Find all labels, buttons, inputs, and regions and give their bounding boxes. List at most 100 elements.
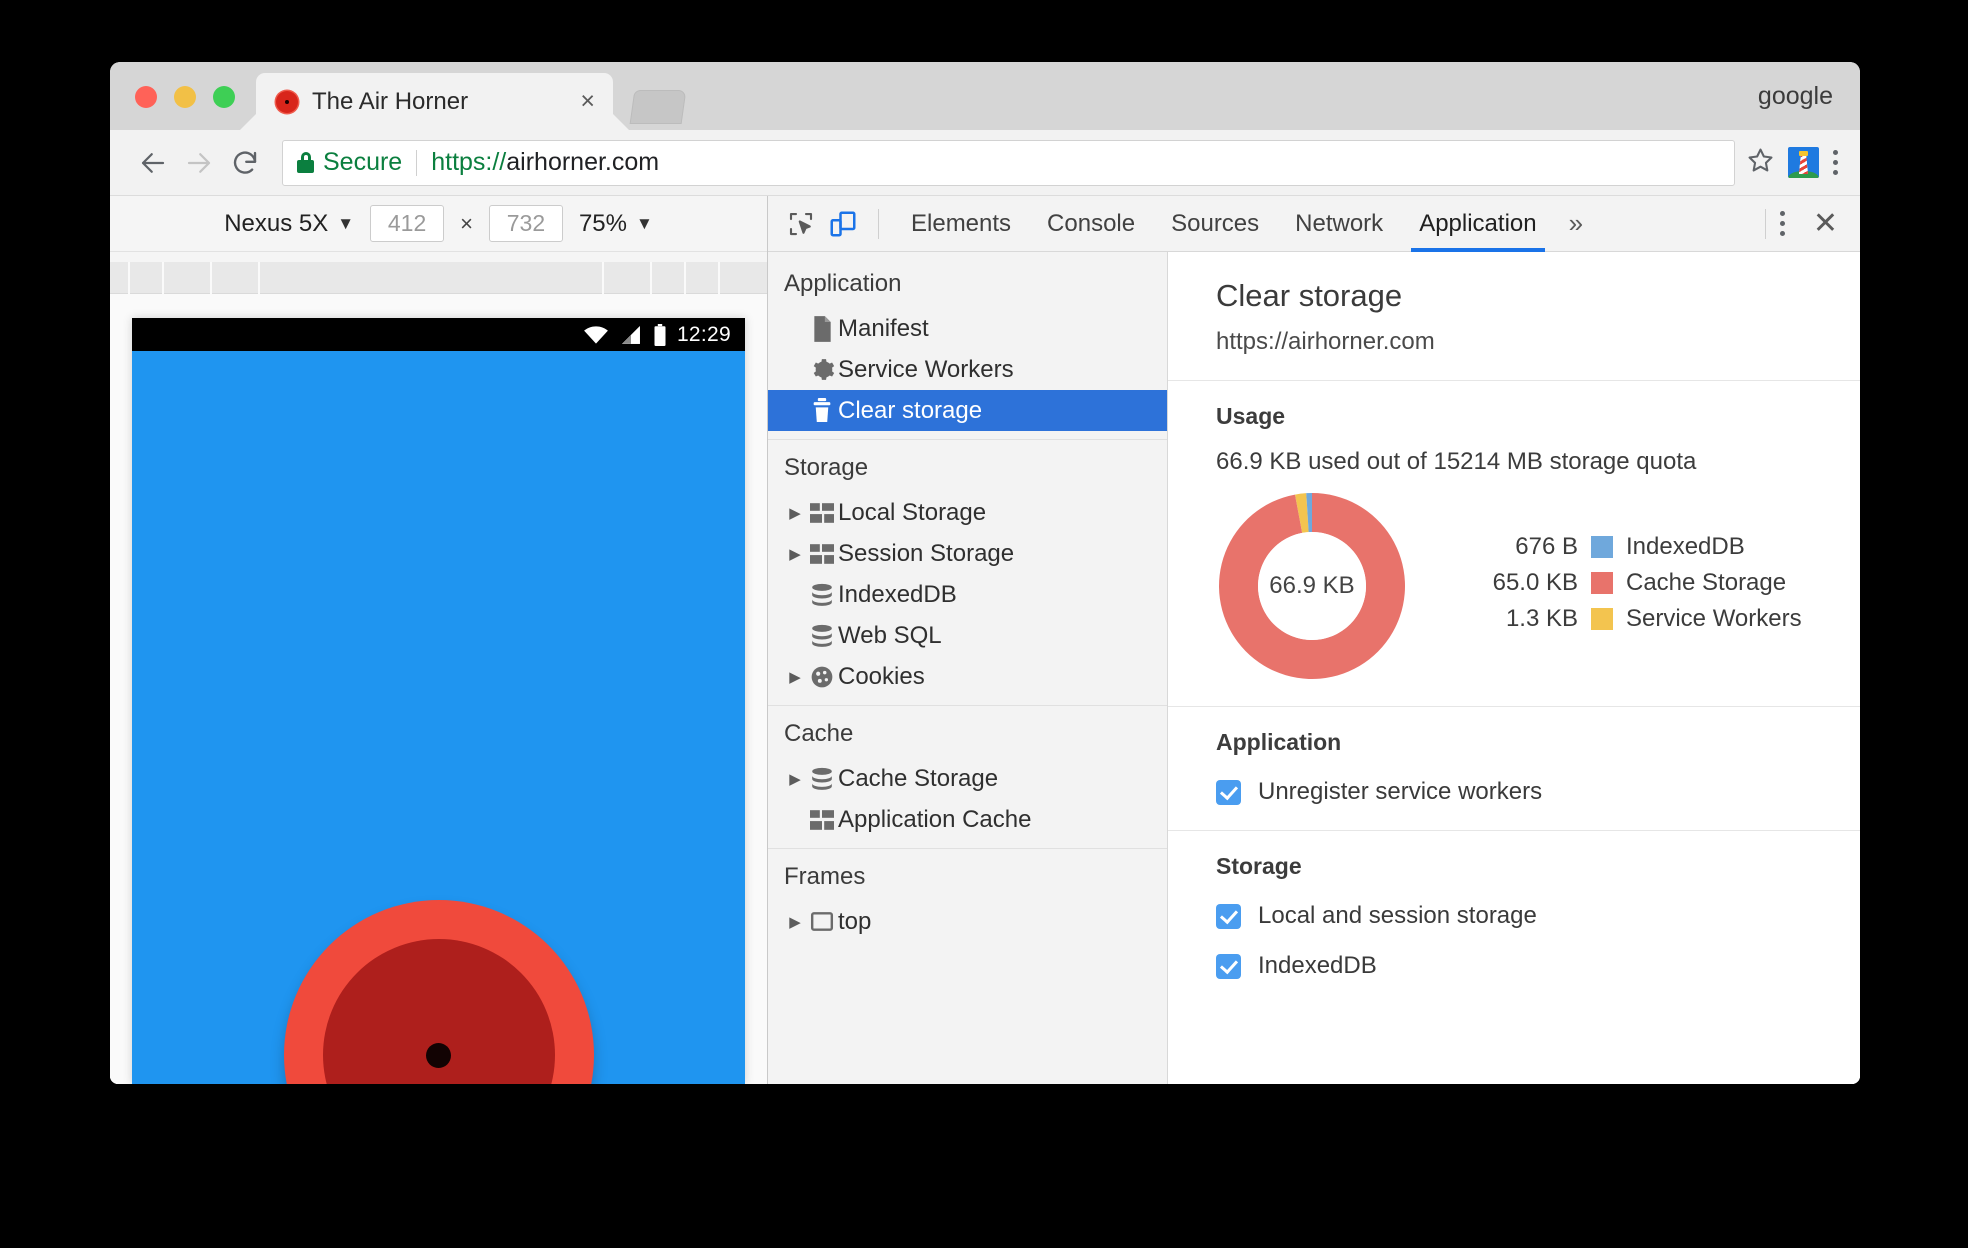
gear-icon bbox=[806, 357, 838, 382]
browser-menu-icon[interactable] bbox=[1833, 150, 1838, 175]
close-devtools-icon[interactable]: ✕ bbox=[1807, 208, 1844, 239]
legend-item-indexeddb: 676 B IndexedDB bbox=[1466, 532, 1802, 562]
cookie-icon bbox=[806, 665, 838, 689]
devtools-body: Application ▶ Manifest ▶ bbox=[768, 252, 1860, 1084]
sidebar-item-label: Local Storage bbox=[838, 498, 987, 526]
panel-header: Clear storage https://airhorner.com bbox=[1168, 252, 1860, 381]
chevron-down-icon: ▼ bbox=[337, 213, 355, 233]
legend-item-cache-storage: 65.0 KB Cache Storage bbox=[1466, 568, 1802, 598]
legend-value: 65.0 KB bbox=[1492, 569, 1578, 596]
sidebar-item-application-cache[interactable]: ▶ Application Cache bbox=[768, 799, 1167, 840]
sidebar-item-label: Web SQL bbox=[838, 621, 942, 649]
expand-arrow-icon[interactable]: ▶ bbox=[784, 770, 806, 788]
devtools-menu-icon[interactable] bbox=[1779, 211, 1785, 236]
tab-strip: The Air Horner × google bbox=[110, 62, 1860, 130]
sidebar-item-label: Clear storage bbox=[838, 396, 983, 424]
minimize-window-button[interactable] bbox=[174, 86, 196, 108]
zoom-select[interactable]: 75% ▼ bbox=[579, 210, 653, 238]
unregister-service-workers-checkbox[interactable] bbox=[1216, 779, 1241, 805]
close-tab-icon[interactable]: × bbox=[576, 89, 599, 114]
reload-button[interactable] bbox=[222, 140, 268, 186]
lighthouse-extension-icon[interactable] bbox=[1788, 147, 1819, 178]
sidebar-item-service-workers[interactable]: ▶ Service Workers bbox=[768, 349, 1167, 390]
expand-arrow-icon[interactable]: ▶ bbox=[784, 545, 806, 563]
devtools-panel: Elements Console Sources Network Applica… bbox=[768, 196, 1860, 1084]
device-select[interactable]: Nexus 5X ▼ bbox=[224, 210, 354, 238]
back-button[interactable] bbox=[130, 140, 176, 186]
sidebar-item-cookies[interactable]: ▶ Cookies bbox=[768, 656, 1167, 697]
sidebar-item-session-storage[interactable]: ▶ Session Storage bbox=[768, 533, 1167, 574]
local-and-session-storage-checkbox[interactable] bbox=[1216, 903, 1241, 929]
sidebar-item-label: IndexedDB bbox=[838, 580, 957, 608]
checkbox-label: Local and session storage bbox=[1258, 902, 1537, 929]
storage-section-title: Storage bbox=[1216, 853, 1302, 879]
tab-sources[interactable]: Sources bbox=[1153, 196, 1277, 252]
expand-arrow-icon[interactable]: ▶ bbox=[784, 668, 806, 686]
toolbar-divider bbox=[878, 208, 879, 239]
new-tab-button[interactable] bbox=[629, 90, 687, 124]
indexeddb-checkbox[interactable] bbox=[1216, 953, 1241, 979]
air-horn-center-dot bbox=[426, 1042, 451, 1068]
sidebar-item-indexeddb[interactable]: ▶ IndexedDB bbox=[768, 574, 1167, 615]
more-tabs-icon[interactable]: » bbox=[1555, 208, 1597, 239]
tab-elements[interactable]: Elements bbox=[893, 196, 1029, 252]
lock-icon bbox=[297, 152, 314, 173]
usage-legend: 676 B IndexedDB 65.0 KB Cache Storage 1.… bbox=[1466, 532, 1802, 640]
forward-button bbox=[176, 140, 222, 186]
sidebar-item-clear-storage[interactable]: ▶ Clear storage bbox=[768, 390, 1167, 431]
sidebar-item-top-frame[interactable]: ▶ top bbox=[768, 901, 1167, 942]
browser-tab-air-horner[interactable]: The Air Horner × bbox=[256, 73, 613, 130]
expand-arrow-icon[interactable]: ▶ bbox=[784, 504, 806, 522]
device-select-label: Nexus 5X bbox=[224, 209, 329, 237]
window-controls bbox=[135, 86, 235, 108]
application-sidebar-tree: Application ▶ Manifest ▶ bbox=[768, 252, 1168, 1084]
table-icon bbox=[806, 543, 838, 564]
ruler-tick bbox=[718, 262, 720, 294]
viewport-width-input[interactable]: 412 bbox=[370, 205, 445, 242]
air-horn-button[interactable] bbox=[283, 900, 594, 1084]
url-scheme: https:// bbox=[431, 148, 507, 176]
tab-console[interactable]: Console bbox=[1029, 196, 1153, 252]
omnibox-divider bbox=[416, 149, 418, 176]
trash-icon bbox=[806, 398, 838, 423]
legend-label: Cache Storage bbox=[1626, 569, 1787, 596]
device-viewport[interactable]: 12:29 bbox=[132, 318, 745, 1084]
viewport-ruler bbox=[110, 262, 767, 294]
sidebar-item-local-storage[interactable]: ▶ Local Storage bbox=[768, 492, 1167, 533]
close-window-button[interactable] bbox=[135, 86, 157, 108]
checkbox-row-local-and-session-storage[interactable]: Local and session storage bbox=[1216, 902, 1860, 930]
cell-signal-icon bbox=[622, 325, 640, 344]
tab-title: The Air Horner bbox=[312, 87, 469, 115]
sidebar-header-frames: Frames bbox=[784, 863, 866, 890]
checkbox-row-indexeddb[interactable]: IndexedDB bbox=[1216, 952, 1860, 980]
viewport-height-input[interactable]: 732 bbox=[488, 205, 563, 242]
sidebar-item-cache-storage[interactable]: ▶ Cache Storage bbox=[768, 758, 1167, 799]
sidebar-item-web-sql[interactable]: ▶ Web SQL bbox=[768, 615, 1167, 656]
device-toolbar-icon[interactable] bbox=[822, 203, 864, 245]
inspect-element-icon[interactable] bbox=[780, 203, 822, 245]
tab-application[interactable]: Application bbox=[1401, 196, 1554, 252]
url-host: airhorner.com bbox=[506, 148, 660, 176]
legend-label: IndexedDB bbox=[1626, 533, 1745, 560]
address-bar[interactable]: Secure https://airhorner.com bbox=[282, 139, 1735, 186]
application-section-title: Application bbox=[1216, 729, 1342, 755]
sidebar-item-manifest[interactable]: ▶ Manifest bbox=[768, 308, 1167, 349]
document-icon bbox=[806, 315, 838, 342]
main-content-split: Nexus 5X ▼ 412 × 732 75% ▼ 12:29 Element… bbox=[110, 196, 1860, 1084]
expand-arrow-icon[interactable]: ▶ bbox=[784, 913, 806, 931]
tab-network[interactable]: Network bbox=[1277, 196, 1401, 252]
frame-icon bbox=[806, 911, 838, 932]
browser-window: The Air Horner × google Secure https://a… bbox=[110, 62, 1860, 1084]
sidebar-header-application: Application bbox=[784, 270, 902, 297]
sidebar-item-label: top bbox=[838, 907, 872, 935]
legend-item-service-workers: 1.3 KB Service Workers bbox=[1466, 604, 1802, 634]
database-icon bbox=[806, 767, 838, 791]
profile-name-label[interactable]: google bbox=[1758, 82, 1833, 111]
sidebar-item-label: Cache Storage bbox=[838, 764, 999, 792]
bookmark-star-icon[interactable] bbox=[1745, 145, 1776, 181]
sidebar-section-cache: Cache ▶ Cache Storage ▶ bbox=[768, 708, 1167, 849]
checkbox-row-unregister-service-workers[interactable]: Unregister service workers bbox=[1216, 778, 1860, 806]
database-icon bbox=[806, 624, 838, 648]
table-icon bbox=[806, 502, 838, 523]
maximize-window-button[interactable] bbox=[213, 86, 235, 108]
